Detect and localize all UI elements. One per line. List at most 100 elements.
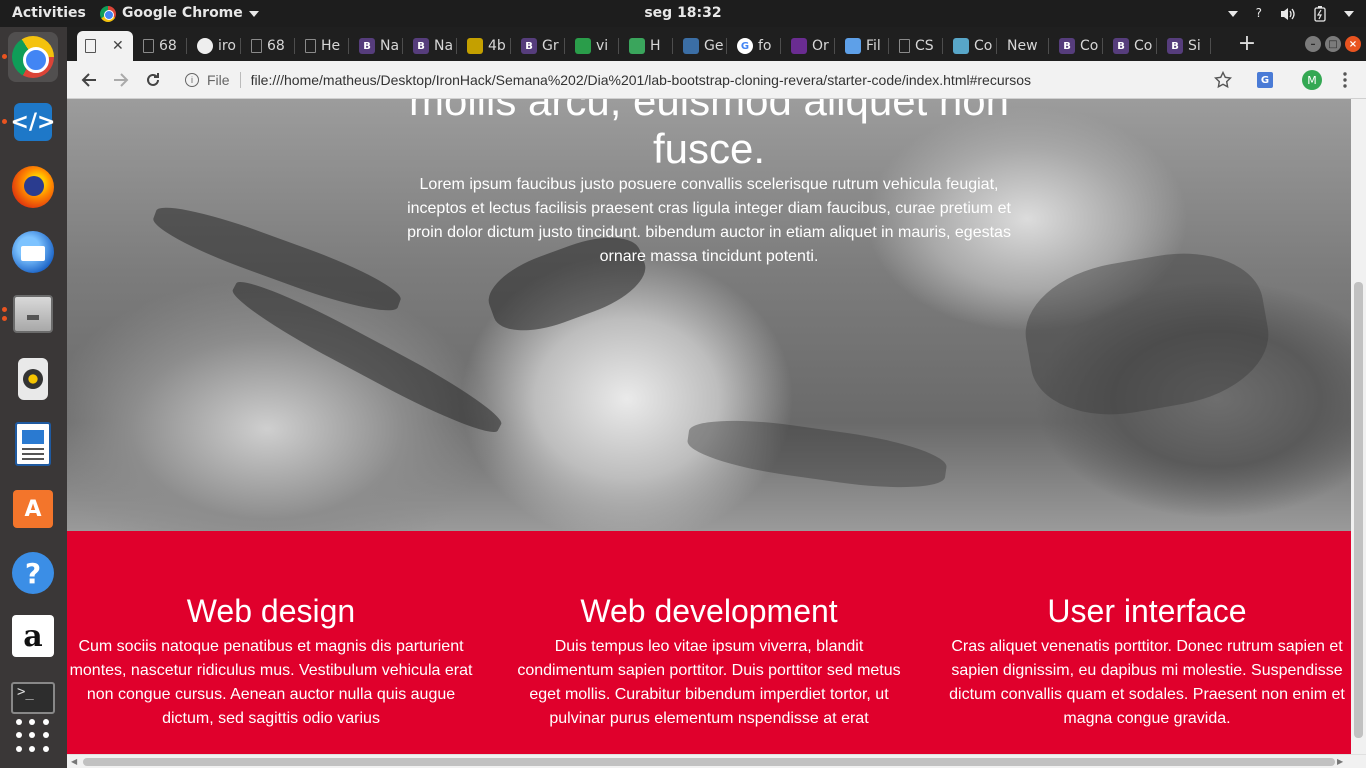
address-bar[interactable]: i File file:///home/matheus/Desktop/Iron…: [173, 66, 1273, 94]
tab-label: Gr: [542, 38, 559, 54]
tab-strip: ✕ 68 iro 68 He B Na B Na 4b B Gr vi H Ge Gfo Or Fil CS Co Ne…: [67, 27, 1366, 61]
help-icon: ?: [12, 552, 54, 594]
browser-toolbar: i File file:///home/matheus/Desktop/Iron…: [67, 61, 1366, 99]
minimize-icon[interactable]: –: [1305, 36, 1321, 52]
profile-avatar[interactable]: M: [1302, 70, 1322, 90]
tab-separator: [672, 38, 673, 54]
browser-tab[interactable]: New: [999, 31, 1049, 61]
dock-vscode[interactable]: </>: [2, 97, 58, 147]
menu-icon[interactable]: [1335, 70, 1355, 90]
browser-tab[interactable]: CS: [891, 31, 943, 61]
window-controls: – □ ×: [1305, 36, 1361, 52]
tab-separator: [726, 38, 727, 54]
browser-tab[interactable]: 68: [243, 31, 295, 61]
chevron-down-icon[interactable]: [1227, 0, 1238, 27]
dock-firefox[interactable]: [8, 162, 58, 212]
activities-button[interactable]: Activities: [12, 0, 86, 27]
forward-button[interactable]: [107, 66, 135, 94]
horizontal-scrollbar[interactable]: ◀ ▶: [67, 754, 1366, 768]
dock-thunderbird[interactable]: [8, 227, 58, 277]
browser-tab[interactable]: vi: [567, 31, 619, 61]
browser-tab[interactable]: H: [621, 31, 673, 61]
bootstrap-icon: B: [1167, 38, 1183, 54]
vscode-icon: </>: [11, 103, 55, 141]
divider: [239, 72, 241, 88]
vertical-scrollbar[interactable]: [1351, 99, 1366, 754]
info-icon[interactable]: i: [185, 73, 199, 87]
translate-extension-icon[interactable]: G: [1255, 70, 1275, 90]
tab-separator: [240, 38, 241, 54]
maximize-icon[interactable]: □: [1325, 36, 1341, 52]
browser-tab[interactable]: 4b: [459, 31, 511, 61]
green-icon: [575, 38, 591, 54]
dock-chrome[interactable]: [2, 32, 58, 82]
browser-tab[interactable]: B Si: [1159, 31, 1211, 61]
tab-label: Si: [1188, 38, 1201, 54]
back-button[interactable]: [75, 66, 103, 94]
dock-software[interactable]: A: [8, 484, 58, 534]
browser-tab[interactable]: He: [297, 31, 349, 61]
show-apps-button[interactable]: [8, 711, 58, 761]
browser-tab[interactable]: Fil: [837, 31, 889, 61]
tab-separator: [834, 38, 835, 54]
service-title: Web design: [186, 593, 356, 629]
hero-image-texture: [1015, 239, 1279, 429]
browser-tab[interactable]: ✕: [77, 31, 133, 61]
browser-tab[interactable]: B Co: [1051, 31, 1103, 61]
bootstrap-icon: B: [521, 38, 537, 54]
browser-tab[interactable]: Gfo: [729, 31, 781, 61]
dock-rhythmbox[interactable]: [8, 354, 58, 404]
close-tab-icon[interactable]: ✕: [112, 38, 124, 54]
scrollbar-thumb[interactable]: [1354, 282, 1363, 738]
browser-tab[interactable]: Ge: [675, 31, 727, 61]
libreoffice-writer-icon: [15, 422, 51, 466]
page-viewport: mollis arcu, euismod aliquet non fusce. …: [67, 99, 1351, 754]
volume-icon[interactable]: [1280, 0, 1296, 27]
scroll-right-icon[interactable]: ▶: [1337, 757, 1343, 766]
doc-icon: [143, 39, 154, 53]
power-menu-icon[interactable]: [1344, 0, 1354, 27]
tab-separator: [1102, 38, 1103, 54]
url-scheme: File: [207, 72, 230, 88]
dock-amazon[interactable]: a: [8, 611, 58, 661]
tab-separator: [942, 38, 943, 54]
service-user-interface: User interface Cras aliquet venenatis po…: [943, 591, 1351, 731]
scrollbar-thumb[interactable]: [83, 758, 1335, 766]
system-tray[interactable]: ?: [1227, 0, 1354, 27]
hero-title: mollis arcu, euismod aliquet non fusce.: [409, 99, 1009, 172]
app-name: Google Chrome: [122, 5, 243, 21]
browser-tab[interactable]: B Na: [351, 31, 403, 61]
url-text[interactable]: file:///home/matheus/Desktop/IronHack/Se…: [251, 72, 1032, 88]
browser-tab[interactable]: B Gr: [513, 31, 565, 61]
dock-writer[interactable]: [8, 419, 58, 469]
app-menu[interactable]: Google Chrome: [100, 0, 259, 27]
reload-button[interactable]: [139, 66, 167, 94]
hero-section: mollis arcu, euismod aliquet non fusce. …: [67, 99, 1351, 531]
tab-separator: [618, 38, 619, 54]
tab-separator: [564, 38, 565, 54]
battery-icon[interactable]: [1314, 0, 1326, 27]
dock-help[interactable]: ?: [8, 548, 58, 598]
blue-icon: [683, 38, 699, 54]
hero-image-texture: [684, 411, 950, 497]
service-text: Cum sociis natoque penatibus et magnis d…: [69, 638, 473, 727]
new-tab-button[interactable]: +: [1232, 31, 1262, 59]
clock[interactable]: seg 18:32: [644, 5, 721, 21]
close-icon[interactable]: ×: [1345, 36, 1361, 52]
dock-files[interactable]: [2, 289, 58, 339]
browser-tab[interactable]: iro: [189, 31, 241, 61]
tab-label: Na: [380, 38, 400, 54]
thunderbird-icon: [12, 231, 54, 273]
bookmark-star-icon[interactable]: [1213, 70, 1233, 90]
browser-tab[interactable]: B Na: [405, 31, 457, 61]
browser-tab[interactable]: Or: [783, 31, 835, 61]
service-web-development: Web development Duis tempus leo vitae ip…: [505, 591, 913, 731]
browser-tab[interactable]: Co: [945, 31, 997, 61]
tab-separator: [510, 38, 511, 54]
scroll-left-icon[interactable]: ◀: [71, 757, 77, 766]
tab-separator: [888, 38, 889, 54]
browser-tab[interactable]: B Co: [1105, 31, 1157, 61]
help-icon[interactable]: ?: [1256, 0, 1262, 27]
browser-tab[interactable]: 68: [135, 31, 187, 61]
tab-separator: [780, 38, 781, 54]
